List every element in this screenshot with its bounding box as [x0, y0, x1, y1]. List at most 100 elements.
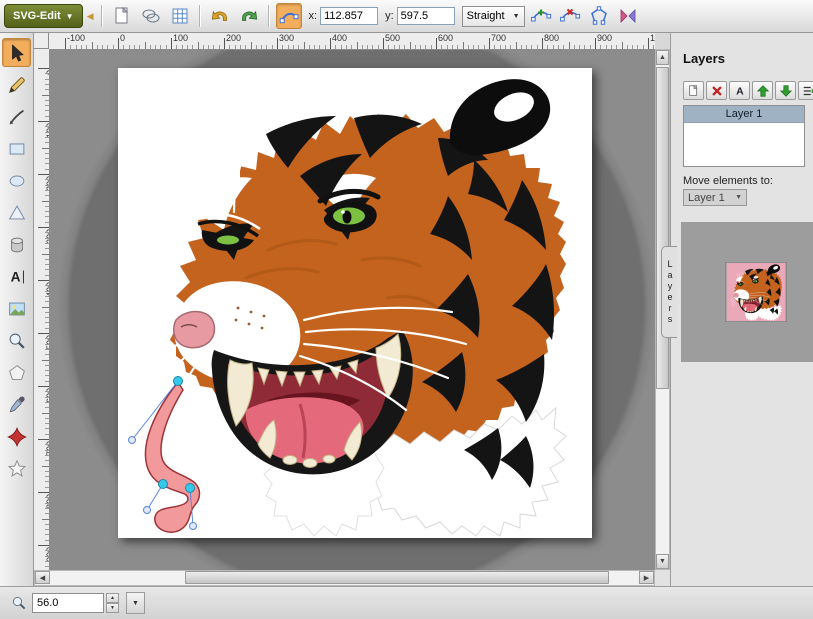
undo-button[interactable] — [207, 3, 233, 29]
new-layer-button[interactable] — [683, 81, 704, 100]
lower-layer-icon — [779, 84, 793, 98]
layer-row-active[interactable]: Layer 1 — [684, 106, 804, 123]
segment-type-value: Straight — [467, 10, 505, 22]
toolbar-separator — [101, 5, 103, 27]
toolbar-separator — [268, 5, 270, 27]
tool-rectangle[interactable] — [2, 134, 31, 163]
eyedropper-icon — [6, 394, 28, 416]
tool-polygon[interactable] — [2, 198, 31, 227]
zoom-preset-dropdown[interactable]: ▼ — [126, 592, 145, 614]
layers-panel-collapse-tab[interactable]: Layers — [661, 246, 677, 338]
rename-layer-button[interactable]: A — [729, 81, 750, 100]
wireframe-button[interactable] — [138, 3, 164, 29]
lower-layer-button[interactable] — [775, 81, 796, 100]
zoom-magnifier-icon — [10, 594, 28, 612]
link-control-points-toggle[interactable] — [276, 3, 302, 29]
layer-options-icon — [802, 84, 813, 98]
scroll-up-button[interactable]: ▲ — [656, 50, 669, 65]
grid-button[interactable] — [167, 3, 193, 29]
path-node[interactable] — [159, 480, 168, 489]
segment-type-select[interactable]: Straight ▼ — [462, 6, 525, 27]
zoom-spinner[interactable]: ▲ ▼ — [106, 593, 119, 613]
toolbar-separator — [199, 5, 201, 27]
horizontal-scrollbar[interactable]: ◀ ▶ — [34, 570, 655, 586]
tool-ellipse[interactable] — [2, 166, 31, 195]
move-elements-label: Move elements to: — [683, 175, 773, 187]
panel-preview-area — [681, 222, 813, 362]
add-subpath-icon — [616, 4, 640, 28]
move-elements-value: Layer 1 — [688, 192, 725, 204]
layers-panel: Layers A Layer 1 Move elements to — [670, 33, 813, 586]
tool-shape-library[interactable] — [2, 422, 31, 451]
select-caret-icon: ▼ — [735, 194, 742, 201]
polygon-icon — [6, 202, 28, 224]
scroll-left-button[interactable]: ◀ — [35, 571, 50, 584]
svg-text:A: A — [736, 85, 744, 97]
y-coordinate-input[interactable] — [397, 7, 455, 25]
left-toolbar: A — [0, 33, 34, 586]
zoom-increase-button[interactable]: ▲ — [106, 593, 119, 603]
top-toolbar: SVG-Edit ▼ ◀ x: y: Straight ▼ — [0, 0, 813, 33]
wireframe-icon — [139, 4, 163, 28]
document-button[interactable] — [109, 3, 135, 29]
svg-edit-menu-button[interactable]: SVG-Edit ▼ — [4, 4, 83, 28]
control-point[interactable] — [129, 437, 136, 444]
path-edit-overlay[interactable] — [49, 49, 655, 570]
redo-button[interactable] — [236, 3, 262, 29]
layer-list[interactable]: Layer 1 — [683, 105, 805, 167]
redo-icon — [237, 4, 261, 28]
scroll-down-button[interactable]: ▼ — [656, 554, 669, 569]
scrollbar-corner — [655, 570, 670, 586]
grid-icon — [168, 4, 192, 28]
delete-node-icon — [558, 4, 582, 28]
ruler-corner — [34, 33, 49, 49]
tool-shape-3d[interactable] — [2, 230, 31, 259]
canvas-viewport[interactable] — [49, 49, 655, 570]
tool-text[interactable]: A — [2, 262, 31, 291]
tool-select[interactable] — [2, 38, 31, 67]
tool-line[interactable] — [2, 102, 31, 131]
pentagon-icon — [6, 362, 28, 384]
horizontal-scroll-thumb[interactable] — [185, 571, 609, 584]
tool-pentagon[interactable] — [2, 358, 31, 387]
pencil-icon — [6, 74, 28, 96]
menu-caret-icon: ▼ — [66, 12, 74, 21]
open-subpath-icon — [587, 4, 611, 28]
open-subpath-button[interactable] — [586, 3, 612, 29]
layer-options-button[interactable] — [798, 81, 813, 100]
scroll-right-button[interactable]: ▶ — [639, 571, 654, 584]
delete-node-button[interactable] — [557, 3, 583, 29]
link-control-points-icon — [277, 4, 301, 28]
caret-down-icon: ▼ — [659, 558, 666, 565]
move-elements-select[interactable]: Layer 1 ▼ — [683, 189, 747, 206]
collapse-toolbar-icon[interactable]: ◀ — [87, 11, 94, 22]
x-coordinate-input[interactable] — [320, 7, 378, 25]
zoom-level-input[interactable] — [32, 593, 104, 613]
tool-pencil[interactable] — [2, 70, 31, 99]
path-node[interactable] — [186, 484, 195, 493]
tool-zoom[interactable] — [2, 326, 31, 355]
control-point[interactable] — [144, 507, 151, 514]
layer-toolbar: A — [683, 81, 813, 100]
svg-text:A: A — [10, 269, 20, 284]
add-subpath-button[interactable] — [615, 3, 641, 29]
line-icon — [6, 106, 28, 128]
caret-left-icon: ◀ — [40, 574, 45, 582]
raise-layer-icon — [756, 84, 770, 98]
vertical-scroll-thumb[interactable] — [656, 67, 669, 389]
y-coordinate-label: y: — [385, 10, 394, 22]
tool-eyedropper[interactable] — [2, 390, 31, 419]
select-cursor-icon — [6, 42, 28, 64]
tool-star[interactable] — [2, 454, 31, 483]
caret-right-icon: ▶ — [644, 574, 649, 582]
delete-layer-icon — [710, 84, 724, 98]
delete-layer-button[interactable] — [706, 81, 727, 100]
control-point[interactable] — [190, 523, 197, 530]
path-node[interactable] — [174, 377, 183, 386]
zoom-decrease-button[interactable]: ▼ — [106, 603, 119, 613]
raise-layer-button[interactable] — [752, 81, 773, 100]
insert-node-button[interactable] — [528, 3, 554, 29]
tool-image[interactable] — [2, 294, 31, 323]
rename-layer-icon: A — [733, 84, 747, 98]
layers-panel-title: Layers — [683, 51, 725, 66]
